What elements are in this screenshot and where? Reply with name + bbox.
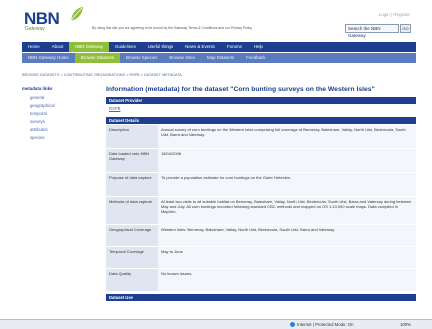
sidebar-item-attributes[interactable]: attributes	[22, 126, 78, 134]
table-row: Date loaded onto NBN Gateway 18/04/2006	[106, 148, 416, 173]
table-row: Purpose of data capture To provide a pop…	[106, 172, 416, 197]
secondary-nav: NBN Gateway Home Browse Datasets Browse …	[22, 53, 416, 63]
row-label: Purpose of data capture	[106, 172, 158, 197]
sidebar-item-general[interactable]: general	[22, 94, 78, 102]
details-section-header: Dataset Details	[106, 117, 416, 124]
table-row: Methods of data capture At least two vis…	[106, 196, 416, 225]
row-value: To provide a population estimate for cor…	[158, 172, 416, 197]
nbn-logo[interactable]: NBN Gateway	[24, 7, 83, 35]
row-label: Description	[106, 124, 158, 149]
subnav-item-browse-sites[interactable]: Browse Sites	[163, 53, 201, 63]
row-label: Geographical Coverage	[106, 224, 158, 247]
login-register-links[interactable]: Login | Register	[379, 12, 410, 17]
row-value: 18/04/2006	[158, 148, 416, 173]
page-title: Information (metadata) for the dataset "…	[106, 86, 375, 93]
leaf-icon	[70, 7, 83, 22]
nav-item-forums[interactable]: Forums	[221, 42, 248, 52]
zone-label: Internet | Protected Mode: On	[297, 322, 354, 327]
sidebar-item-surveys[interactable]: surveys	[22, 118, 78, 126]
table-row: Geographical Coverage Western Isles: Ber…	[106, 224, 416, 247]
row-value: At least two visits to all suitable habi…	[158, 196, 416, 225]
row-value: No known issues.	[158, 268, 416, 291]
browser-status-bar: Internet | Protected Mode: On 100%	[0, 319, 432, 329]
row-label: Data Quality	[106, 268, 158, 291]
table-row: Data Quality No known issues.	[106, 268, 416, 291]
row-label: Date loaded onto NBN Gateway	[106, 148, 158, 173]
sidebar-item-species[interactable]: species	[22, 134, 78, 142]
subnav-item-browse-species[interactable]: Browse Species	[120, 53, 163, 63]
nav-item-about[interactable]: About	[46, 42, 69, 52]
table-row: Temporal Coverage May to June	[106, 246, 416, 269]
subnav-item-gateway-home[interactable]: NBN Gateway Home	[22, 53, 75, 63]
security-zone: Internet | Protected Mode: On	[290, 322, 354, 328]
nav-item-guidelines[interactable]: Guidelines	[109, 42, 142, 52]
metadata-content: Information (metadata) for the dataset "…	[106, 86, 416, 301]
row-label: Methods of data capture	[106, 196, 158, 225]
row-value: May to June	[158, 246, 416, 269]
nav-item-home[interactable]: Home	[22, 42, 46, 52]
zoom-level[interactable]: 100%	[400, 322, 411, 327]
nav-item-news-events[interactable]: News & Events	[179, 42, 221, 52]
site-header: NBN Gateway By using this site you are a…	[0, 0, 432, 40]
page: NBN Gateway By using this site you are a…	[0, 0, 432, 319]
sidebar-item-geographical[interactable]: geographical	[22, 102, 78, 110]
primary-nav: Home About NBN Gateway Guidelines Useful…	[22, 42, 416, 52]
nav-item-help[interactable]: Help	[248, 42, 269, 52]
breadcrumb[interactable]: BROWSE DATASETS > CONTRIBUTING ORGANISAT…	[22, 73, 182, 77]
metadata-sidebar: metadata links general geographical temp…	[22, 86, 78, 166]
search-go-button[interactable]: GO	[400, 24, 411, 33]
provider-link[interactable]: RSPB	[106, 104, 416, 114]
row-label: Temporal Coverage	[106, 246, 158, 269]
dataset-details-table: Description Annual survey of corn buntin…	[106, 124, 416, 291]
provider-section-header: Dataset Provider	[106, 97, 416, 104]
subnav-item-browse-datasets[interactable]: Browse Datasets	[74, 53, 120, 63]
globe-icon	[290, 322, 295, 328]
sidebar-title: metadata links	[22, 86, 53, 91]
row-value: Annual survey of corn buntings on the We…	[158, 124, 416, 149]
subnav-item-map-datasets[interactable]: Map Datasets	[201, 53, 240, 63]
logo-subtext: Gateway	[25, 26, 45, 32]
sidebar-item-temporal[interactable]: temporal	[22, 110, 78, 118]
subnav-item-feedback[interactable]: Feedback	[240, 53, 271, 63]
nav-item-useful-things[interactable]: Useful things	[142, 42, 179, 52]
search-input[interactable]: Search the NBN Gateway	[345, 24, 399, 38]
terms-notice: By using this site you are agreeing to b…	[92, 26, 252, 30]
table-row: Description Annual survey of corn buntin…	[106, 124, 416, 149]
row-value: Western Isles: Berneray, Baleshare, Vall…	[158, 224, 416, 247]
use-section-header: Dataset Use	[106, 293, 416, 301]
nav-item-nbn-gateway[interactable]: NBN Gateway	[69, 42, 110, 52]
